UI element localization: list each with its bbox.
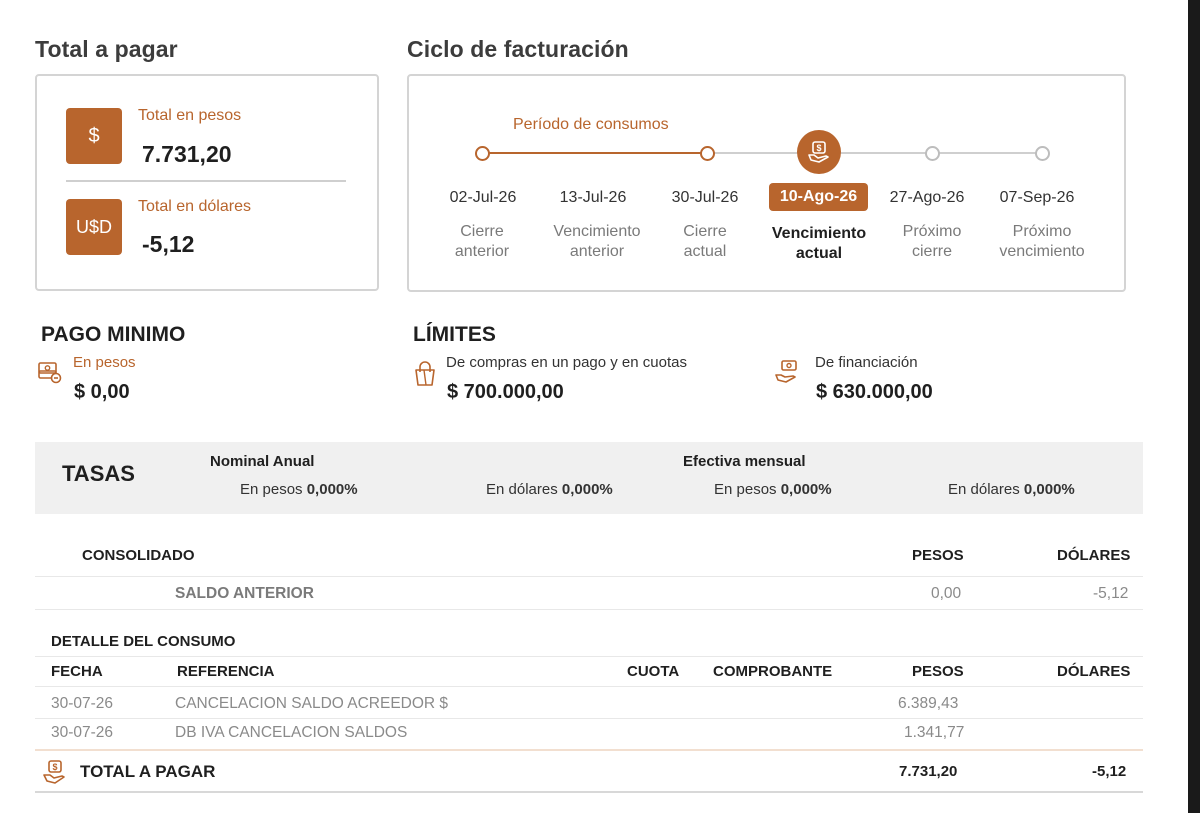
divider xyxy=(35,718,1143,719)
period-line xyxy=(482,152,707,154)
bottom-rule xyxy=(35,791,1143,793)
total-pesos-label: Total en pesos xyxy=(138,107,242,124)
tasa-nominal-dolares: En dólares 0,000% xyxy=(486,481,613,498)
tasa-nominal-pesos: En pesos 0,000% xyxy=(240,481,358,498)
limite-compras-value: $ 700.000,00 xyxy=(447,381,564,403)
tasas-title: TASAS xyxy=(62,461,135,486)
row-referencia: DB IVA CANCELACION SALDOS xyxy=(175,724,408,741)
payment-hand-icon: $ xyxy=(797,130,841,174)
divider xyxy=(35,686,1143,687)
timeline-date: 13-Jul-26 xyxy=(559,189,627,206)
row-fecha: 30-07-26 xyxy=(51,724,114,741)
header-cuota: CUOTA xyxy=(627,663,680,680)
future-line xyxy=(707,152,1043,154)
consolidado-title: CONSOLIDADO xyxy=(82,547,195,564)
header-pesos: PESOS xyxy=(912,663,964,680)
timeline-date: 02-Jul-26 xyxy=(449,189,517,206)
total-a-pagar-dolares: -5,12 xyxy=(1092,763,1127,780)
tasas-efectiva-title: Efectiva mensual xyxy=(683,453,806,470)
total-divider xyxy=(35,749,1143,751)
card-divider xyxy=(66,180,346,182)
svg-text:$: $ xyxy=(816,143,821,153)
timeline-dot xyxy=(700,146,715,161)
header-comprobante: COMPROBANTE xyxy=(713,663,833,680)
shopping-bag-icon xyxy=(411,360,439,393)
limite-compras-label: De compras en un pago y en cuotas xyxy=(446,354,687,371)
window-edge xyxy=(1188,0,1200,813)
tasas-bar xyxy=(35,442,1143,514)
header-dolares: DÓLARES xyxy=(1057,663,1131,680)
dollar-sign-icon: $ xyxy=(66,108,122,164)
row-pesos: 6.389,43 xyxy=(898,695,959,712)
total-card: $ Total en pesos 7.731,20 U$D Total en d… xyxy=(35,74,379,291)
limite-financiacion-value: $ 630.000,00 xyxy=(816,381,933,403)
tasa-efectiva-dolares: En dólares 0,000% xyxy=(948,481,1075,498)
limite-financiacion-label: De financiación xyxy=(815,354,918,371)
saldo-anterior-pesos: 0,00 xyxy=(931,585,962,602)
total-dolares-value: -5,12 xyxy=(142,231,195,257)
cash-icon xyxy=(36,358,64,391)
pago-minimo-value: $ 0,00 xyxy=(74,381,130,403)
header-referencia: REFERENCIA xyxy=(177,663,275,680)
limites-title: LÍMITES xyxy=(413,323,496,346)
divider xyxy=(35,576,1143,577)
total-pesos-value: 7.731,20 xyxy=(142,141,232,167)
row-pesos: 1.341,77 xyxy=(904,724,965,741)
total-a-pagar-label: TOTAL A PAGAR xyxy=(80,762,216,781)
timeline-desc: Próximo vencimiento xyxy=(999,223,1085,260)
timeline-desc-current: Vencimiento actual xyxy=(771,225,867,262)
saldo-anterior-label: SALDO ANTERIOR xyxy=(175,585,314,602)
usd-sign-icon: U$D xyxy=(66,199,122,255)
timeline-date: 30-Jul-26 xyxy=(671,189,739,206)
saldo-anterior-dolares: -5,12 xyxy=(1093,585,1129,602)
timeline-desc: Cierre actual xyxy=(683,223,727,260)
svg-text:$: $ xyxy=(52,762,57,772)
row-referencia: CANCELACION SALDO ACREEDOR $ xyxy=(175,695,449,712)
pago-minimo-label: En pesos xyxy=(73,354,136,371)
row-fecha: 30-07-26 xyxy=(51,695,114,712)
timeline-desc: Vencimiento anterior xyxy=(553,223,641,260)
timeline-date: 27-Ago-26 xyxy=(889,189,965,206)
ciclo-card: Período de consumos $ 02-Jul-26 13-Jul-2… xyxy=(407,74,1126,292)
ciclo-title: Ciclo de facturación xyxy=(407,36,629,62)
tasas-nominal-title: Nominal Anual xyxy=(210,453,315,470)
detalle-title: DETALLE DEL CONSUMO xyxy=(51,633,236,650)
timeline-desc: Próximo cierre xyxy=(902,223,962,260)
timeline-date: 07-Sep-26 xyxy=(999,189,1075,206)
tasa-efectiva-pesos: En pesos 0,000% xyxy=(714,481,832,498)
period-label: Período de consumos xyxy=(513,116,669,133)
financing-icon xyxy=(774,358,802,391)
col-dolares-header: DÓLARES xyxy=(1057,547,1131,564)
timeline-desc: Cierre anterior xyxy=(454,223,510,260)
divider xyxy=(35,656,1143,657)
divider xyxy=(35,609,1143,610)
payment-hand-icon: $ xyxy=(42,758,68,791)
col-pesos-header: PESOS xyxy=(912,547,964,564)
timeline-dot xyxy=(475,146,490,161)
total-a-pagar-pesos: 7.731,20 xyxy=(899,763,958,780)
header-fecha: FECHA xyxy=(51,663,103,680)
timeline-date-current: 10-Ago-26 xyxy=(769,183,868,211)
timeline-dot xyxy=(1035,146,1050,161)
pago-minimo-title: PAGO MINIMO xyxy=(41,323,186,346)
timeline-dot xyxy=(925,146,940,161)
total-dolares-label: Total en dólares xyxy=(138,198,251,215)
total-title: Total a pagar xyxy=(35,36,178,62)
